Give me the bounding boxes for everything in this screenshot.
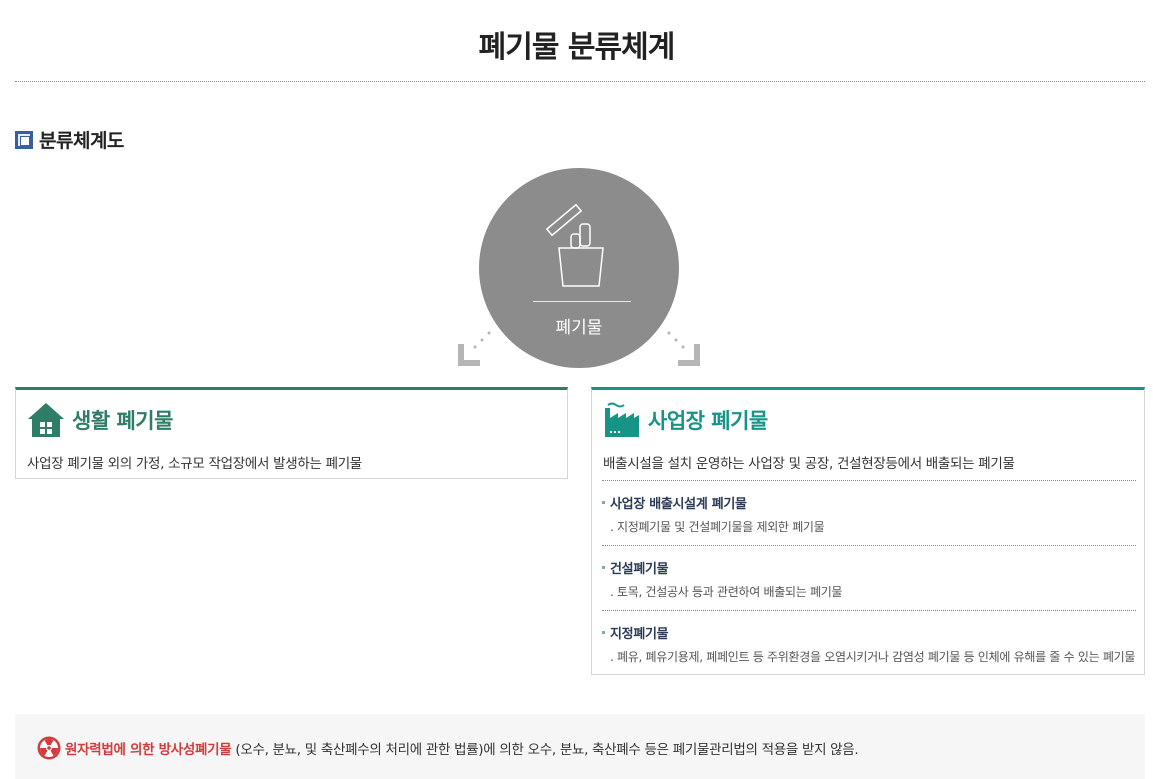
root-node-label: 폐기물 (555, 318, 603, 338)
business-waste-card: 사업장 폐기물 배출시설을 설치 운영하는 사업장 및 공장, 건설현장등에서 … (591, 387, 1145, 675)
subcategory-description: . 폐유, 폐유기용제, 폐페인트 등 주위환경을 오염시키거나 감염성 폐기물… (610, 650, 1136, 664)
household-waste-card: 생활 폐기물 사업장 폐기물 외의 가정, 소규모 작업장에서 발생하는 폐기물 (15, 387, 568, 479)
radiation-icon (37, 736, 61, 760)
notice-highlight: 원자력법에 의한 방사성폐기물 (65, 742, 232, 758)
waste-root-node: 폐기물 (479, 168, 679, 368)
household-card-header: 생활 폐기물 (27, 402, 173, 438)
subcategory-title-text: 건설폐기물 (610, 562, 669, 577)
subcategory-description: . 지정폐기물 및 건설폐기물을 제외한 폐기물 (610, 520, 825, 534)
branch-arrow-left-icon (458, 331, 491, 366)
household-card-title: 생활 폐기물 (72, 409, 173, 433)
business-card-title: 사업장 폐기물 (648, 409, 768, 433)
business-card-header: 사업장 폐기물 (603, 402, 768, 438)
subcategory-title: 사업장 배출시설계 폐기물 (602, 493, 1136, 512)
notice-text: 원자력법에 의한 방사성폐기물 (오수, 분뇨, 및 축산폐수의 처리에 관한 … (65, 738, 859, 758)
household-card-description: 사업장 폐기물 외의 가정, 소규모 작업장에서 발생하는 폐기물 (27, 456, 362, 472)
section-title: 분류체계도 (39, 130, 124, 152)
title-divider (15, 81, 1145, 82)
bullet-icon (602, 631, 605, 634)
subcategory-title: 지정폐기물 (602, 623, 1136, 642)
square-bullet-icon (15, 130, 33, 149)
list-item: 지정폐기물 . 폐유, 폐유기용제, 폐페인트 등 주위환경을 오염시키거나 감… (602, 610, 1136, 675)
node-divider (533, 301, 631, 302)
factory-icon (605, 402, 639, 437)
business-card-description: 배출시설을 설치 운영하는 사업장 및 공장, 건설현장등에서 배출되는 폐기물 (603, 456, 1015, 472)
list-item: 건설폐기물 . 토목, 건설공사 등과 관련하여 배출되는 폐기물 (602, 545, 1136, 610)
notice-body: (오수, 분뇨, 및 축산폐수의 처리에 관한 법률)에 의한 오수, 분뇨, … (231, 742, 859, 758)
page-title: 폐기물 분류체계 (478, 30, 676, 65)
notice-box: 원자력법에 의한 방사성폐기물 (오수, 분뇨, 및 축산폐수의 처리에 관한 … (15, 714, 1145, 779)
branch-arrow-right-icon (667, 331, 700, 366)
subcategory-description: . 토목, 건설공사 등과 관련하여 배출되는 폐기물 (610, 585, 843, 599)
bullet-icon (602, 566, 605, 569)
business-subcategory-list: 사업장 배출시설계 폐기물 . 지정폐기물 및 건설폐기물을 제외한 폐기물 건… (602, 480, 1136, 675)
subcategory-title-text: 지정폐기물 (610, 627, 669, 642)
list-item: 사업장 배출시설계 폐기물 . 지정폐기물 및 건설폐기물을 제외한 폐기물 (602, 480, 1136, 545)
bullet-icon (602, 501, 605, 504)
subcategory-title: 건설폐기물 (602, 558, 1136, 577)
trash-bin-icon (545, 203, 604, 287)
subcategory-title-text: 사업장 배출시설계 폐기물 (610, 497, 747, 512)
section-header: 분류체계도 (15, 126, 124, 153)
house-icon (28, 403, 64, 437)
